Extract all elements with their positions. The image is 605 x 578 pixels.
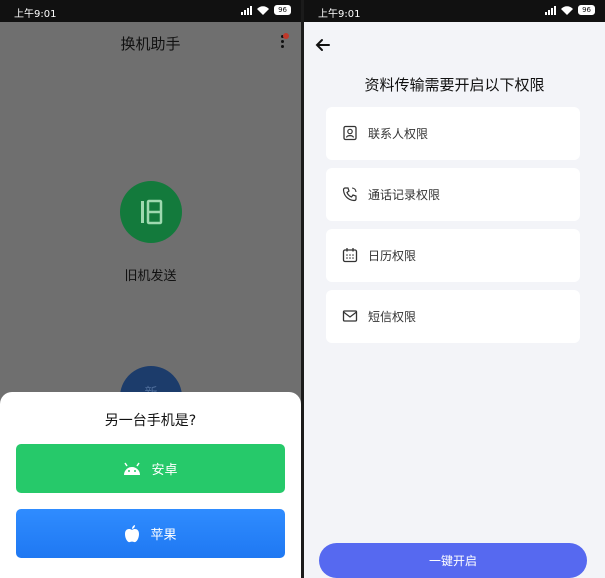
right-screen: 上午9:01 96 资料传输需要开启以下权限 联系人权限 通话记录权限 日历权限… [304, 0, 605, 578]
permission-label: 联系人权限 [368, 127, 429, 141]
status-time: 上午9:01 [318, 9, 361, 20]
app-title: 换机助手 [120, 35, 181, 53]
left-screen: 上午9:01 96 换机助手 旧机发送 新 另一台手机是? 安 [0, 0, 301, 578]
permission-item-contacts[interactable]: 联系人权限 [326, 107, 580, 160]
apple-icon [125, 524, 140, 542]
contact-icon [343, 125, 357, 141]
old-phone-label: 旧机发送 [124, 269, 177, 284]
back-arrow-icon[interactable] [314, 36, 332, 54]
apple-label: 苹果 [150, 528, 177, 543]
device-select-sheet: 另一台手机是? 安卓 苹果 [0, 392, 301, 578]
apple-button[interactable]: 苹果 [16, 509, 285, 558]
permission-title: 资料传输需要开启以下权限 [364, 76, 545, 94]
battery-icon: 96 [578, 5, 595, 15]
android-icon [124, 462, 141, 475]
status-bar: 上午9:01 96 [0, 0, 301, 22]
enable-all-button[interactable]: 一键开启 [319, 543, 587, 578]
signal-icon [241, 5, 253, 15]
signal-icon [545, 5, 557, 15]
permission-label: 短信权限 [368, 310, 417, 324]
status-time: 上午9:01 [14, 9, 57, 20]
permission-item-calls[interactable]: 通话记录权限 [326, 168, 580, 221]
permission-label: 日历权限 [368, 249, 417, 263]
permission-item-sms[interactable]: 短信权限 [326, 290, 580, 343]
wifi-icon [561, 5, 574, 15]
wifi-icon [257, 5, 270, 15]
permission-label: 通话记录权限 [368, 188, 441, 202]
calendar-icon [342, 248, 358, 263]
android-button[interactable]: 安卓 [16, 444, 285, 493]
old-phone-icon [141, 199, 163, 225]
more-options-button[interactable] [277, 33, 289, 53]
old-phone-button[interactable] [120, 181, 182, 243]
notification-dot [283, 33, 289, 39]
permission-item-calendar[interactable]: 日历权限 [326, 229, 580, 282]
phone-icon [342, 187, 357, 202]
battery-icon: 96 [274, 5, 291, 15]
message-icon [342, 310, 358, 322]
status-bar: 上午9:01 96 [304, 0, 605, 22]
android-label: 安卓 [151, 463, 178, 478]
sheet-title: 另一台手机是? [104, 413, 197, 429]
